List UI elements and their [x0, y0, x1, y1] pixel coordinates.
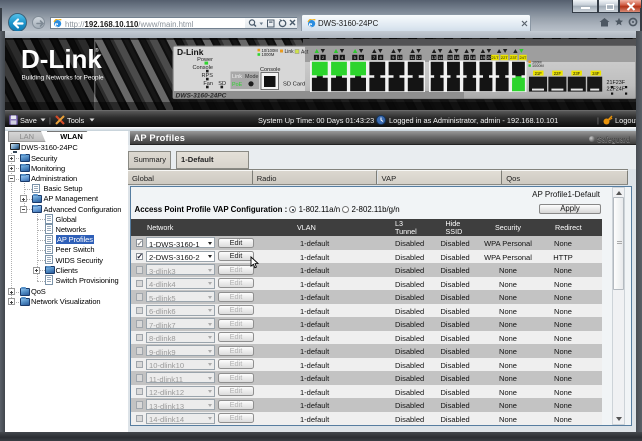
svg-text:24F: 24F [592, 71, 600, 76]
svg-text:13: 13 [432, 55, 437, 60]
svg-text:D-Link: D-Link [21, 44, 102, 74]
svg-text:14: 14 [438, 55, 443, 60]
svg-text:Mode: Mode [245, 74, 259, 80]
svg-text:®: ® [95, 47, 99, 54]
svg-text:21F: 21F [535, 71, 543, 76]
svg-text:SD Card: SD Card [283, 82, 305, 88]
svg-text:1000M: 1000M [262, 52, 275, 57]
svg-text:12: 12 [417, 55, 422, 60]
svg-text:22T: 22T [501, 55, 508, 60]
svg-text:PoE: PoE [232, 82, 243, 88]
svg-text:D-Link: D-Link [177, 47, 204, 57]
svg-text:18: 18 [471, 55, 476, 60]
svg-text:15: 15 [448, 55, 453, 60]
svg-text:Building Networks for People: Building Networks for People [22, 75, 105, 82]
svg-text:DWS-3160-24PC: DWS-3160-24PC [176, 93, 227, 100]
svg-text:1000M: 1000M [532, 64, 544, 68]
svg-text:Console: Console [260, 67, 281, 73]
svg-text:Console: Console [192, 65, 213, 71]
svg-text:19: 19 [480, 55, 485, 60]
svg-text:Act: Act [301, 50, 309, 56]
svg-text:22F24F: 22F24F [607, 86, 626, 92]
svg-text:17: 17 [464, 55, 469, 60]
svg-text:Link: Link [232, 74, 242, 80]
svg-text:21T: 21T [492, 55, 499, 60]
svg-text:10: 10 [398, 55, 403, 60]
svg-text:24T: 24T [519, 55, 526, 60]
svg-text:22F: 22F [554, 71, 562, 76]
svg-text:Link: Link [285, 49, 295, 55]
svg-text:16: 16 [454, 55, 459, 60]
svg-text:23F: 23F [573, 71, 581, 76]
svg-text:23T: 23T [510, 55, 517, 60]
svg-text:21F23F: 21F23F [607, 80, 626, 86]
